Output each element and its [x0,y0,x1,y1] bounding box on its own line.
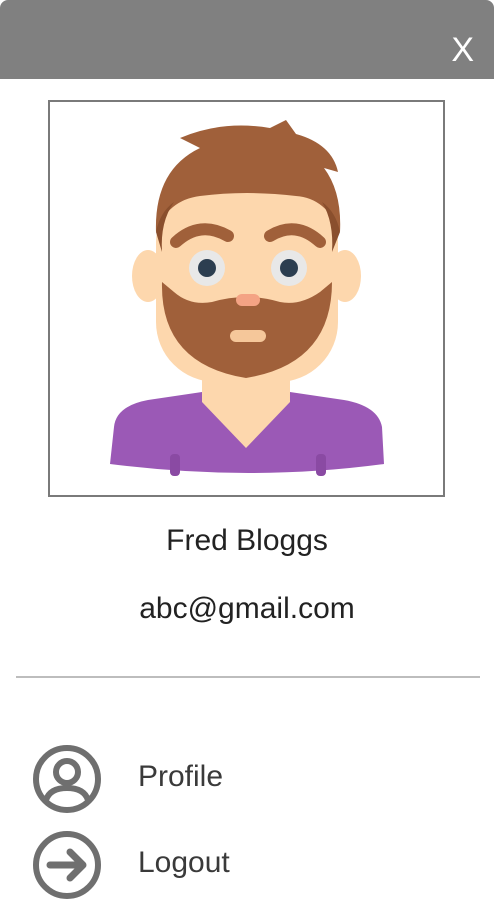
bearded-man-avatar-icon [110,120,384,476]
panel-header: X [0,0,494,79]
menu-item-profile-label: Profile [138,760,224,793]
user-name: Fred Bloggs [166,524,328,557]
divider [16,676,480,678]
close-button[interactable]: X [451,30,474,70]
menu-item-logout[interactable]: Logout [0,824,494,904]
user-email: abc@gmail.com [139,592,355,625]
user-menu-panel: X Fred Bloggs abc@gmail.com Profile Logo… [0,0,494,908]
avatar [48,100,445,497]
user-circle-icon [33,745,101,813]
menu-item-logout-label: Logout [138,846,230,879]
arrow-right-circle-icon [33,831,101,899]
menu-item-profile[interactable]: Profile [0,738,494,818]
